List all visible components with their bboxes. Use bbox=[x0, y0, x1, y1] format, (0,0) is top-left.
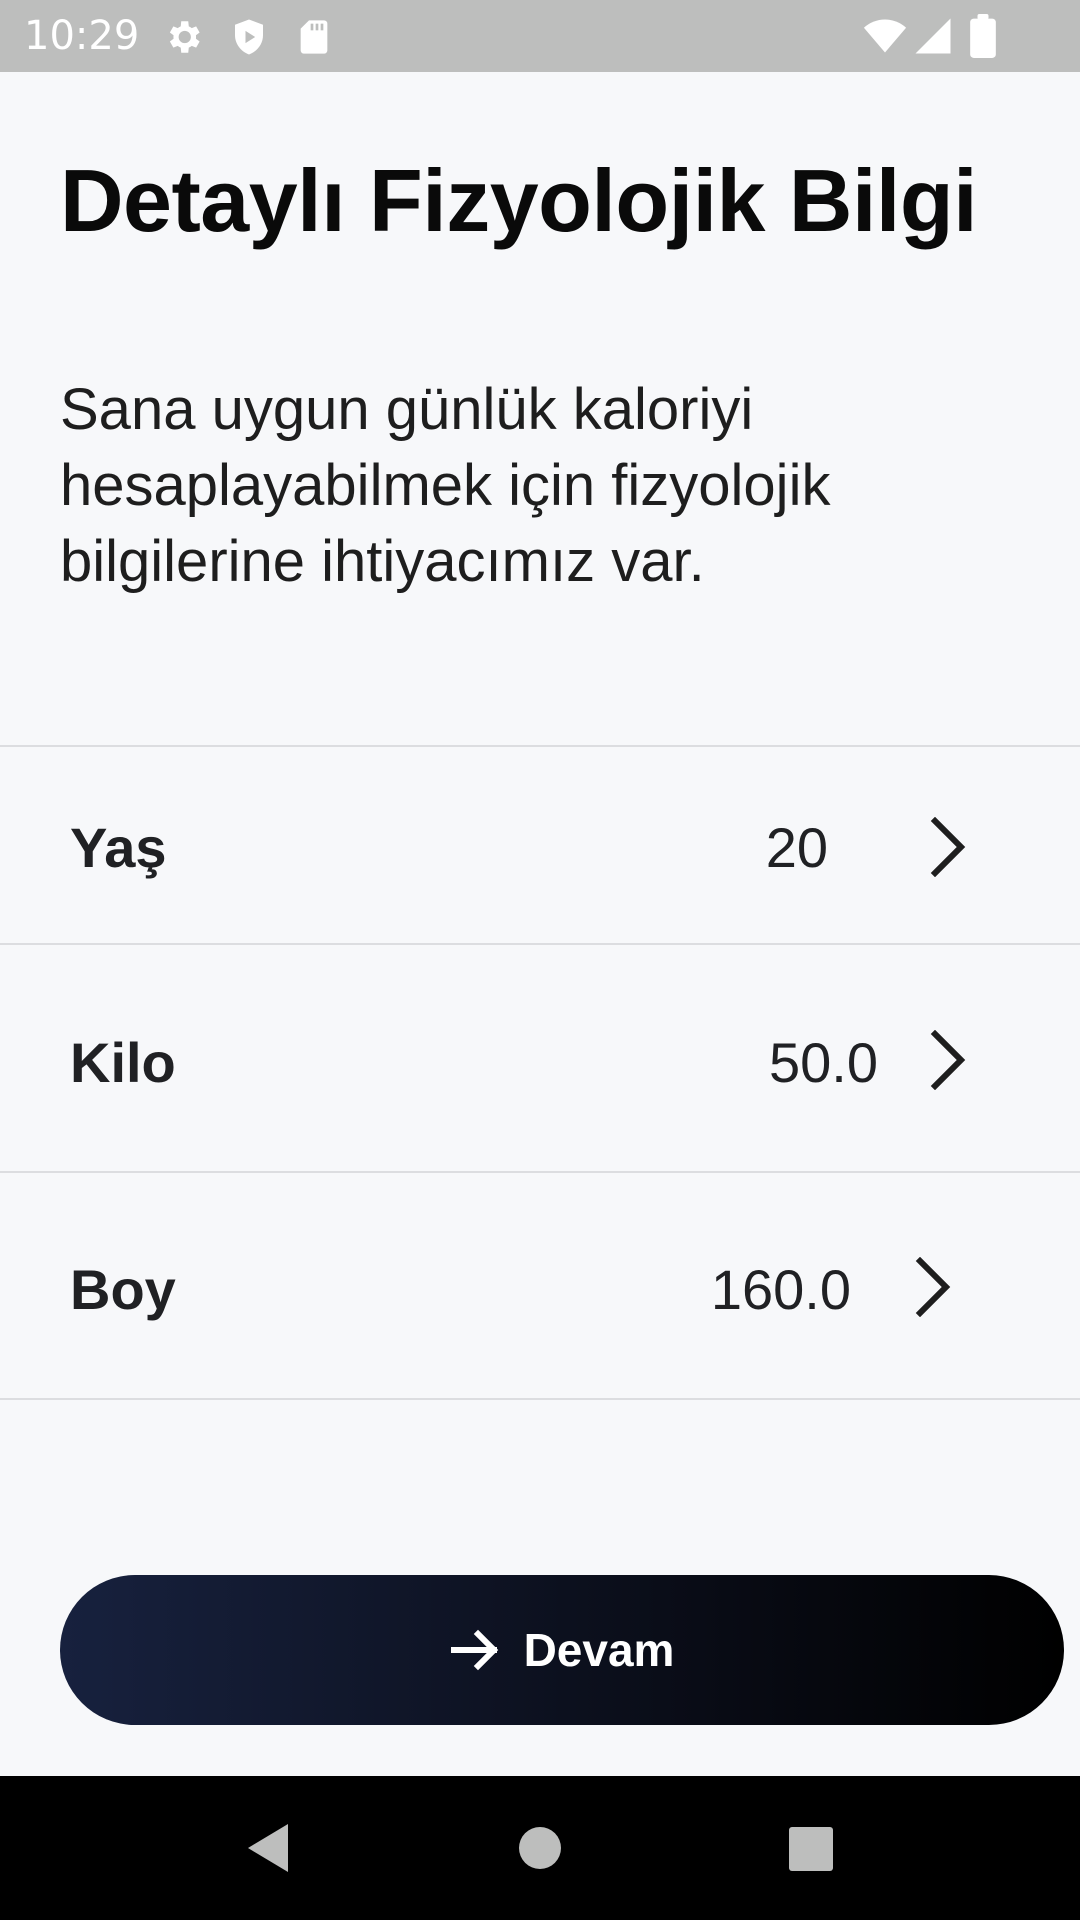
weight-label: Kilo bbox=[70, 1031, 176, 1094]
weight-value: 50.0 bbox=[769, 1031, 878, 1094]
navigation-bar bbox=[0, 1776, 1080, 1920]
page-title: Detaylı Fizyolojik Bilgi bbox=[60, 151, 978, 250]
gear-icon bbox=[169, 21, 200, 53]
sd-card-icon bbox=[300, 20, 328, 54]
divider bbox=[0, 1398, 1080, 1400]
age-value: 20 bbox=[765, 816, 828, 879]
weight-row[interactable]: Kilo 50.0 bbox=[0, 943, 1080, 1173]
status-time: 10:29 bbox=[24, 13, 140, 59]
status-bar: 10:29 bbox=[0, 0, 1080, 72]
recents-icon bbox=[789, 1827, 833, 1871]
continue-button[interactable]: Devam bbox=[60, 1575, 1064, 1725]
recents-button[interactable] bbox=[750, 1776, 870, 1920]
home-button[interactable] bbox=[480, 1776, 600, 1920]
age-label: Yaş bbox=[70, 816, 167, 879]
height-row[interactable]: Boy 160.0 bbox=[0, 1171, 1080, 1400]
arrow-right-icon bbox=[450, 1629, 498, 1671]
battery-icon bbox=[970, 14, 996, 58]
back-button[interactable] bbox=[208, 1776, 328, 1920]
height-label: Boy bbox=[70, 1258, 176, 1321]
home-icon bbox=[519, 1827, 561, 1869]
shield-play-icon bbox=[235, 19, 263, 55]
chevron-right-icon bbox=[930, 1030, 966, 1090]
chevron-right-icon bbox=[930, 817, 966, 877]
height-value: 160.0 bbox=[710, 1258, 851, 1321]
age-row[interactable]: Yaş 20 bbox=[0, 745, 1080, 945]
page-description: Sana uygun günlük kaloriyi hesaplayabilm… bbox=[60, 377, 831, 594]
chevron-right-icon bbox=[915, 1257, 951, 1317]
back-icon bbox=[248, 1824, 288, 1872]
continue-label: Devam bbox=[523, 1624, 675, 1676]
wifi-icon bbox=[863, 19, 907, 53]
signal-icon bbox=[915, 18, 951, 54]
